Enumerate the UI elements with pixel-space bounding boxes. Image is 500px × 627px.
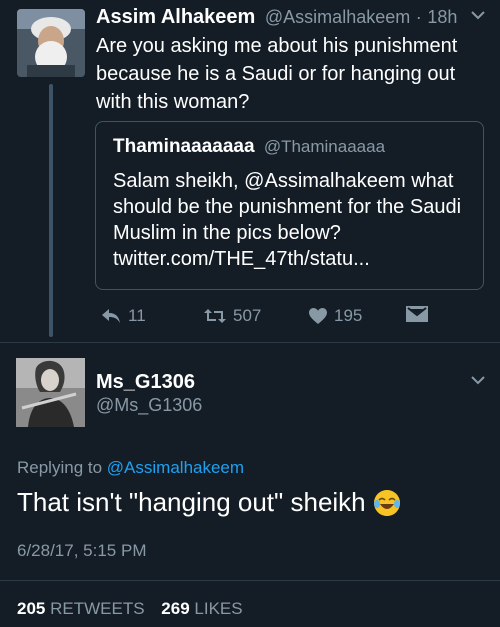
- quoted-author-handle: @Thaminaaaaa: [263, 137, 386, 156]
- quoted-text: Salam sheikh, @Assimalhakeem what should…: [113, 170, 462, 270]
- avatar[interactable]: [17, 9, 85, 77]
- like-count: 195: [334, 306, 363, 325]
- likes-label[interactable]: LIKES: [194, 599, 242, 618]
- thread-line: [49, 84, 53, 337]
- author-handle[interactable]: @Assimalhakeem: [265, 7, 410, 27]
- direct-message-button[interactable]: [406, 306, 428, 322]
- quoted-author-name: Thaminaaaaaaa: [113, 136, 255, 157]
- replying-to: Replying to @Assimalhakeem: [17, 458, 244, 478]
- avatar[interactable]: [16, 358, 85, 427]
- likes-count[interactable]: 269: [161, 599, 189, 618]
- timestamp[interactable]: 6/28/17, 5:15 PM: [17, 541, 146, 561]
- replying-to-mention[interactable]: @Assimalhakeem: [107, 458, 244, 477]
- time-separator: ·: [415, 7, 422, 27]
- reply-text: That isn't "hanging out" sheikh: [17, 487, 366, 517]
- tweet-header: Assim Alhakeem @Assimalhakeem · 18h: [96, 6, 457, 29]
- retweet-icon: [203, 307, 227, 325]
- divider: [0, 342, 500, 343]
- chevron-down-icon[interactable]: [470, 373, 486, 391]
- quoted-header: Thaminaaaaaaa @Thaminaaaaa: [113, 136, 385, 158]
- quoted-tweet[interactable]: Thaminaaaaaaa @Thaminaaaaa Salam sheikh,…: [95, 121, 484, 290]
- face-with-tears-of-joy-icon: [373, 489, 400, 516]
- like-button[interactable]: 195: [308, 306, 362, 326]
- tweet-time[interactable]: 18h: [427, 7, 457, 27]
- retweet-count: 507: [233, 306, 262, 325]
- heart-icon: [308, 307, 328, 325]
- engagement-stats: 205 RETWEETS 269 LIKES: [17, 599, 255, 619]
- author-name[interactable]: Ms_G1306: [96, 371, 195, 394]
- retweets-label[interactable]: RETWEETS: [50, 599, 144, 618]
- divider: [0, 580, 500, 581]
- chevron-down-icon[interactable]: [470, 8, 486, 26]
- retweets-count[interactable]: 205: [17, 599, 45, 618]
- direct-message-icon: [406, 306, 428, 322]
- replying-prefix: Replying to: [17, 458, 103, 477]
- reply-count: 11: [128, 306, 146, 325]
- author-name[interactable]: Assim Alhakeem: [96, 6, 255, 28]
- tweet-actions: 11 507 195: [0, 306, 500, 332]
- reply-button[interactable]: 11: [100, 306, 146, 326]
- author-handle[interactable]: @Ms_G1306: [96, 395, 202, 416]
- reply-icon: [100, 307, 122, 325]
- reply-text-row: That isn't "hanging out" sheikh: [17, 487, 400, 518]
- retweet-button[interactable]: 507: [203, 306, 261, 326]
- tweet-text: Are you asking me about his punishment b…: [96, 35, 458, 113]
